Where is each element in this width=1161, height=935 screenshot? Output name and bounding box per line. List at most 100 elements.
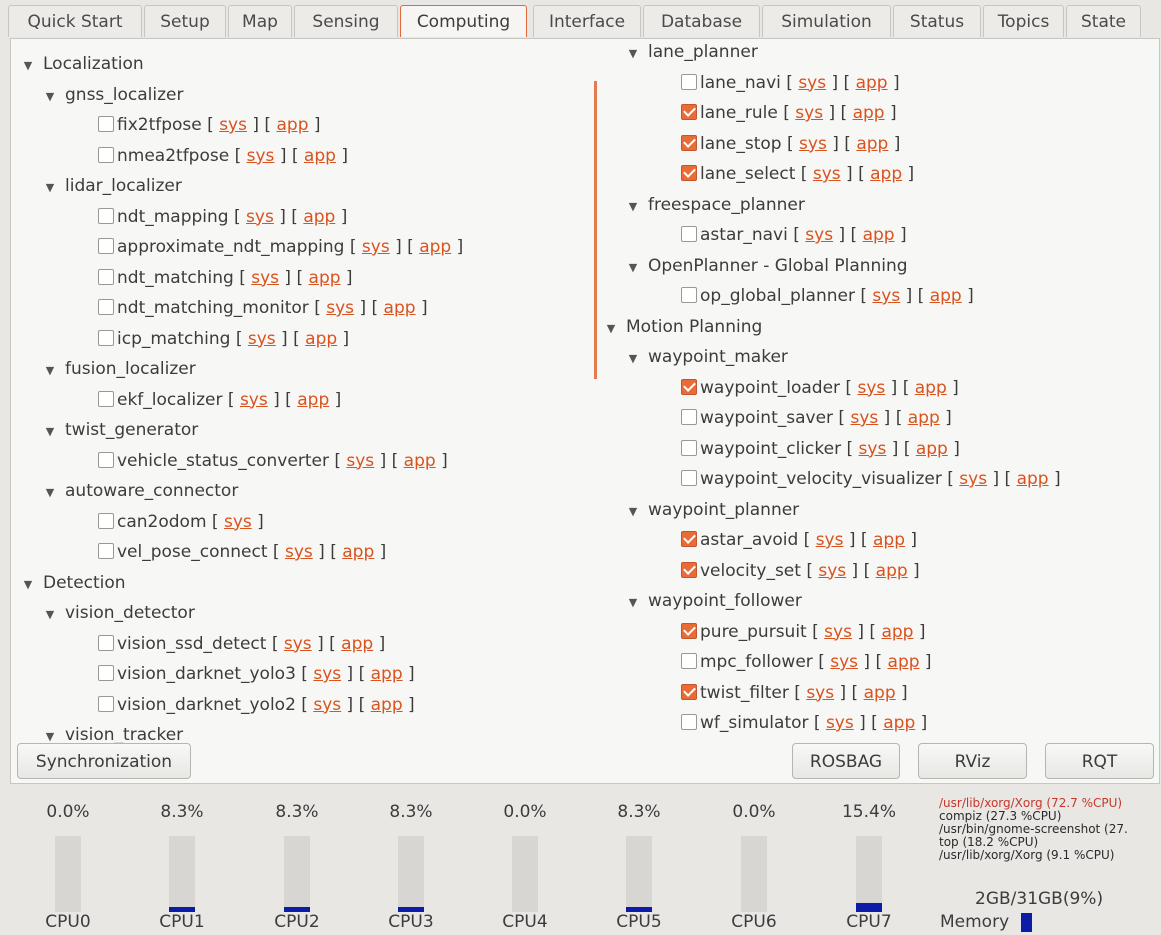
node-checkbox[interactable]	[681, 378, 697, 395]
tree-item[interactable]: vision_ssd_detect [ sys ] [ app ]	[98, 631, 385, 657]
tab-state[interactable]: State	[1066, 5, 1141, 37]
app-link[interactable]: app	[371, 695, 403, 715]
tree-item[interactable]: icp_matching [ sys ] [ app ]	[98, 326, 349, 352]
tree-item[interactable]: waypoint_clicker [ sys ] [ app ]	[681, 436, 960, 462]
sys-link[interactable]: sys	[313, 664, 341, 684]
node-checkbox[interactable]	[98, 146, 114, 163]
tree-item[interactable]: waypoint_saver [ sys ] [ app ]	[681, 405, 952, 431]
expand-triangle-icon[interactable]: ▼	[622, 255, 644, 281]
app-link[interactable]: app	[888, 652, 920, 672]
node-checkbox[interactable]	[98, 665, 114, 681]
app-link[interactable]: app	[1017, 469, 1049, 489]
app-link[interactable]: app	[371, 664, 403, 684]
app-link[interactable]: app	[856, 134, 888, 154]
node-checkbox[interactable]	[681, 287, 697, 303]
app-link[interactable]: app	[930, 286, 962, 306]
tree-item[interactable]: lane_navi [ sys ] [ app ]	[681, 70, 900, 96]
tree-item[interactable]: ndt_mapping [ sys ] [ app ]	[98, 204, 347, 230]
sys-link[interactable]: sys	[826, 713, 854, 733]
sys-link[interactable]: sys	[813, 164, 841, 184]
sys-link[interactable]: sys	[313, 695, 341, 715]
sys-link[interactable]: sys	[284, 634, 312, 654]
sys-link[interactable]: sys	[806, 683, 834, 703]
expand-triangle-icon[interactable]: ▼	[17, 572, 39, 598]
sys-link[interactable]: sys	[362, 237, 390, 257]
tree-item[interactable]: ndt_matching [ sys ] [ app ]	[98, 265, 353, 291]
tree-item[interactable]: lane_select [ sys ] [ app ]	[681, 161, 914, 187]
tree-item[interactable]: vision_darknet_yolo3 [ sys ] [ app ]	[98, 661, 415, 687]
sys-link[interactable]: sys	[818, 561, 846, 581]
app-link[interactable]: app	[404, 451, 436, 471]
sys-link[interactable]: sys	[247, 146, 275, 166]
node-checkbox[interactable]	[681, 622, 697, 639]
app-link[interactable]: app	[853, 103, 885, 123]
sys-link[interactable]: sys	[285, 542, 313, 562]
expand-triangle-icon[interactable]: ▼	[39, 175, 61, 201]
expand-triangle-icon[interactable]: ▼	[622, 590, 644, 616]
tree-item[interactable]: can2odom [ sys ]	[98, 509, 264, 535]
sys-link[interactable]: sys	[248, 329, 276, 349]
node-checkbox[interactable]	[98, 634, 114, 651]
app-link[interactable]: app	[916, 439, 948, 459]
tree-item[interactable]: vel_pose_connect [ sys ] [ app ]	[98, 539, 386, 565]
sys-link[interactable]: sys	[799, 134, 827, 154]
node-checkbox[interactable]	[98, 207, 114, 224]
sys-link[interactable]: sys	[326, 298, 354, 318]
tab-simulation[interactable]: Simulation	[762, 5, 891, 37]
app-link[interactable]: app	[276, 115, 308, 135]
expand-triangle-icon[interactable]: ▼	[600, 316, 622, 342]
node-checkbox[interactable]	[98, 329, 114, 346]
tree-item[interactable]: vision_darknet_yolo2 [ sys ] [ app ]	[98, 692, 415, 718]
node-checkbox[interactable]	[681, 439, 697, 456]
node-checkbox[interactable]	[681, 653, 697, 669]
node-checkbox[interactable]	[98, 543, 114, 559]
tree-item[interactable]: fix2tfpose [ sys ] [ app ]	[98, 112, 321, 138]
app-link[interactable]: app	[908, 408, 940, 428]
expand-triangle-icon[interactable]: ▼	[39, 84, 61, 110]
tab-topics[interactable]: Topics	[983, 5, 1064, 37]
sys-link[interactable]: sys	[959, 469, 987, 489]
expand-triangle-icon[interactable]: ▼	[39, 602, 61, 628]
tree-item[interactable]: vehicle_status_converter [ sys ] [ app ]	[98, 448, 448, 474]
app-link[interactable]: app	[864, 683, 896, 703]
sys-link[interactable]: sys	[816, 530, 844, 550]
sys-link[interactable]: sys	[857, 378, 885, 398]
tab-computing[interactable]: Computing	[400, 5, 527, 37]
tree-item[interactable]: lane_stop [ sys ] [ app ]	[681, 131, 900, 157]
app-link[interactable]: app	[856, 73, 888, 93]
node-checkbox[interactable]	[98, 238, 114, 254]
app-link[interactable]: app	[876, 561, 908, 581]
app-link[interactable]: app	[297, 390, 329, 410]
app-link[interactable]: app	[915, 378, 947, 398]
app-link[interactable]: app	[873, 530, 905, 550]
node-checkbox[interactable]	[681, 165, 697, 181]
node-checkbox[interactable]	[98, 116, 114, 132]
node-checkbox[interactable]	[98, 268, 114, 285]
sys-link[interactable]: sys	[798, 73, 826, 93]
app-link[interactable]: app	[419, 237, 451, 257]
tree-item[interactable]: nmea2tfpose [ sys ] [ app ]	[98, 143, 348, 169]
node-checkbox[interactable]	[681, 714, 697, 730]
tab-quick-start[interactable]: Quick Start	[8, 5, 142, 37]
sys-link[interactable]: sys	[830, 652, 858, 672]
sys-link[interactable]: sys	[859, 439, 887, 459]
node-checkbox[interactable]	[98, 390, 114, 407]
app-link[interactable]: app	[863, 225, 895, 245]
expand-triangle-icon[interactable]: ▼	[622, 499, 644, 525]
app-link[interactable]: app	[304, 146, 336, 166]
tab-status[interactable]: Status	[893, 5, 981, 37]
pane-splitter[interactable]	[594, 81, 597, 379]
expand-triangle-icon[interactable]: ▼	[622, 194, 644, 220]
node-checkbox[interactable]	[98, 299, 114, 315]
tree-item[interactable]: mpc_follower [ sys ] [ app ]	[681, 649, 932, 675]
synchronization-button[interactable]: Synchronization	[17, 743, 191, 779]
node-checkbox[interactable]	[98, 512, 114, 529]
expand-triangle-icon[interactable]: ▼	[622, 346, 644, 372]
sys-link[interactable]: sys	[246, 207, 274, 227]
app-link[interactable]: app	[305, 329, 337, 349]
tab-map[interactable]: Map	[228, 5, 292, 37]
expand-triangle-icon[interactable]: ▼	[17, 53, 39, 79]
expand-triangle-icon[interactable]: ▼	[39, 480, 61, 506]
node-checkbox[interactable]	[681, 683, 697, 700]
node-checkbox[interactable]	[681, 561, 697, 578]
